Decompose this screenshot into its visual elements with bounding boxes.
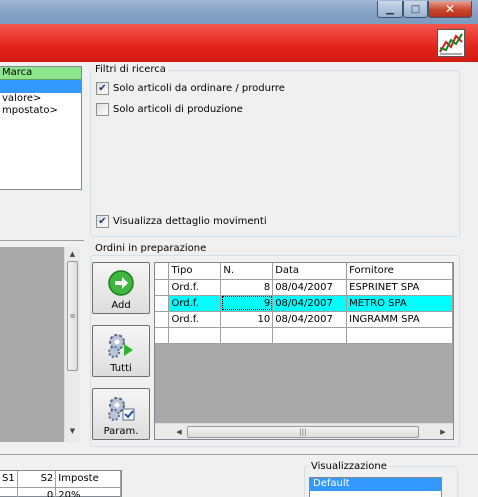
orders-grid[interactable]: Tipo N. Data Fornitore Ord.f. 8 08/04/20… bbox=[154, 262, 454, 440]
table-row[interactable]: Ord.f. 8 08/04/2007 ESPRINET SPA bbox=[155, 279, 453, 296]
cell-fornitore[interactable]: METRO SPA bbox=[346, 295, 453, 312]
arrow-right-icon bbox=[108, 270, 134, 296]
all-button-label: Tutti bbox=[110, 363, 132, 374]
checkbox-unchecked-icon[interactable] bbox=[96, 103, 109, 116]
checkbox-visualizza-dettaglio[interactable]: ✔ Visualizza dettaglio movimenti bbox=[96, 215, 267, 228]
column-header[interactable]: Imposte bbox=[55, 471, 121, 488]
scroll-down-icon[interactable]: ▼ bbox=[65, 424, 80, 438]
cell-fornitore[interactable]: ESPRINET SPA bbox=[346, 279, 453, 296]
cell-tipo[interactable]: Ord.f. bbox=[168, 279, 222, 296]
add-button-label: Add bbox=[111, 300, 131, 311]
divider bbox=[0, 454, 478, 455]
minimize-icon: ▁ bbox=[386, 3, 394, 15]
row-header bbox=[155, 311, 170, 328]
header-banner bbox=[0, 24, 478, 62]
row-header bbox=[155, 279, 170, 296]
gears-check-icon bbox=[108, 397, 135, 421]
cell[interactable]: 0 bbox=[17, 487, 57, 497]
column-header[interactable]: S2 bbox=[17, 471, 57, 488]
params-button-label: Param. bbox=[103, 426, 139, 437]
divider bbox=[0, 240, 84, 241]
gears-play-icon bbox=[108, 334, 133, 358]
orders-horizontal-scrollbar[interactable]: ◀ ||| ▶ bbox=[155, 423, 453, 439]
close-button[interactable]: ✕ bbox=[428, 1, 472, 18]
orders-table: Tipo N. Data Fornitore Ord.f. 8 08/04/20… bbox=[155, 263, 453, 344]
column-header[interactable]: N. bbox=[220, 263, 274, 280]
scroll-up-icon[interactable]: ▲ bbox=[65, 247, 80, 261]
checkbox-solo-articoli-produzione[interactable]: Solo articoli di produzione bbox=[96, 103, 243, 116]
checkbox-label: Visualizza dettaglio movimenti bbox=[113, 216, 267, 227]
cell-fornitore[interactable]: INGRAMM SPA bbox=[346, 311, 453, 328]
table-row[interactable]: Ord.f. 10 08/04/2007 INGRAMM SPA bbox=[155, 311, 453, 328]
checkbox-label: Solo articoli di produzione bbox=[113, 104, 243, 115]
maximize-icon: □ bbox=[410, 3, 421, 15]
scroll-thumb[interactable]: ||| bbox=[187, 426, 419, 438]
maximize-button[interactable]: □ bbox=[403, 1, 428, 18]
filters-legend: Filtri di ricerca bbox=[93, 64, 168, 75]
row-header-corner bbox=[155, 263, 170, 280]
left-list-header: Marca bbox=[0, 67, 81, 80]
table-row-selected[interactable]: Ord.f. 9 08/04/2007 METRO SPA bbox=[155, 295, 453, 312]
close-icon: ✕ bbox=[444, 2, 456, 16]
table-row-empty[interactable] bbox=[155, 327, 453, 344]
table-row[interactable]: 0 20% bbox=[0, 487, 121, 497]
column-header[interactable]: Tipo bbox=[168, 263, 222, 280]
list-item-selected[interactable]: Default bbox=[310, 478, 441, 491]
cell-data[interactable]: 08/04/2007 bbox=[272, 311, 348, 328]
cell[interactable] bbox=[0, 487, 18, 497]
orders-legend: Ordini in preparazione bbox=[93, 243, 209, 254]
checkbox-checked-icon[interactable]: ✔ bbox=[96, 215, 109, 228]
checkbox-checked-icon[interactable]: ✔ bbox=[96, 82, 109, 95]
cell-data[interactable]: 08/04/2007 bbox=[272, 295, 348, 312]
left-list-panel[interactable]: Marca valore> mpostato> bbox=[0, 66, 82, 190]
bottom-grid[interactable]: S1 S2 Imposte 0 20% bbox=[0, 470, 122, 497]
add-button[interactable]: Add bbox=[92, 262, 150, 314]
minimize-button[interactable]: ▁ bbox=[377, 1, 403, 18]
column-header[interactable]: S1 bbox=[0, 471, 18, 488]
row-header bbox=[155, 295, 170, 312]
left-vertical-scrollbar[interactable]: ▲ ≡ ▼ bbox=[64, 247, 80, 442]
column-header[interactable]: Fornitore bbox=[346, 263, 453, 280]
cell-n[interactable]: 8 bbox=[220, 279, 274, 296]
cell-data[interactable]: 08/04/2007 bbox=[272, 279, 348, 296]
left-gray-panel bbox=[0, 247, 64, 442]
scroll-thumb[interactable]: ≡ bbox=[67, 261, 78, 371]
params-button[interactable]: Param. bbox=[92, 388, 150, 440]
checkbox-solo-articoli-ordinare[interactable]: ✔ Solo articoli da ordinare / produrre bbox=[96, 82, 285, 95]
left-list-selected-row[interactable] bbox=[0, 80, 81, 93]
bottom-table: S1 S2 Imposte 0 20% bbox=[0, 471, 121, 497]
filters-groupbox bbox=[90, 70, 460, 237]
scroll-left-icon[interactable]: ◀ bbox=[173, 424, 185, 440]
list-item[interactable]: mpostato> bbox=[0, 105, 81, 117]
cell-n[interactable]: 10 bbox=[220, 311, 274, 328]
scroll-right-icon[interactable]: ▶ bbox=[437, 424, 449, 440]
cell[interactable]: 20% bbox=[55, 487, 121, 497]
list-item[interactable]: valore> bbox=[0, 93, 81, 105]
visualizzazione-legend: Visualizzazione bbox=[309, 461, 389, 472]
cell-tipo[interactable]: Ord.f. bbox=[168, 311, 222, 328]
visualizzazione-list[interactable]: Default bbox=[309, 477, 442, 497]
checkbox-label: Solo articoli da ordinare / produrre bbox=[113, 83, 285, 94]
cell-n-focused[interactable]: 9 bbox=[220, 295, 274, 312]
column-header[interactable]: Data bbox=[272, 263, 348, 280]
chart-icon[interactable] bbox=[437, 29, 465, 57]
cell-tipo[interactable]: Ord.f. bbox=[168, 295, 222, 312]
all-button[interactable]: Tutti bbox=[92, 325, 150, 377]
